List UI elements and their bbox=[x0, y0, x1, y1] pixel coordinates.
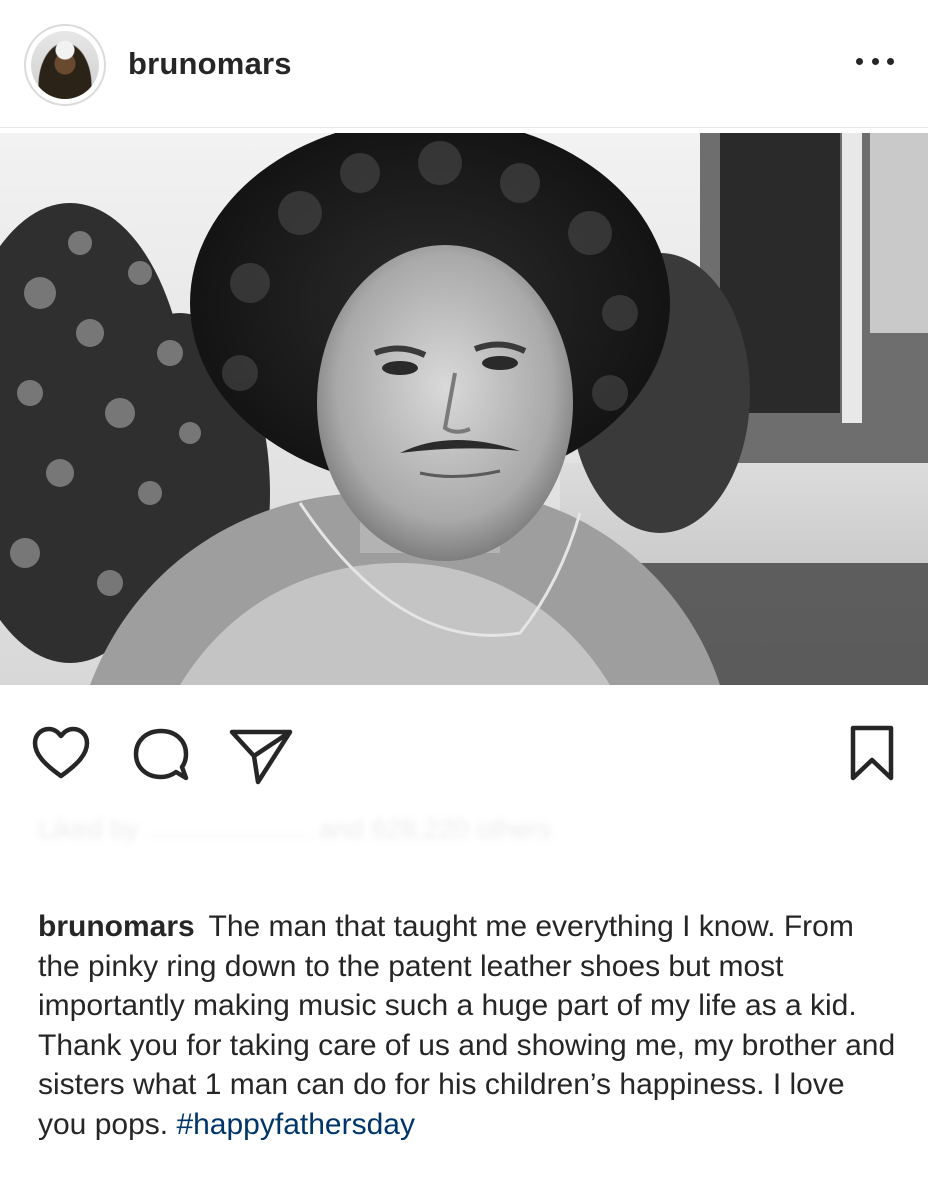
post-username[interactable]: brunomars bbox=[128, 46, 292, 82]
caption-username[interactable]: brunomars bbox=[38, 910, 195, 943]
likes-count[interactable]: Liked by ...................... and 628,… bbox=[38, 812, 858, 846]
post-actions bbox=[0, 710, 928, 790]
post-photo-illustration bbox=[0, 133, 928, 685]
heart-icon[interactable] bbox=[32, 726, 90, 785]
more-options-icon[interactable] bbox=[856, 55, 894, 67]
avatar[interactable] bbox=[24, 24, 106, 106]
bookmark-icon[interactable] bbox=[848, 724, 896, 787]
caption-text: The man that taught me everything I know… bbox=[38, 910, 896, 1141]
dot bbox=[887, 57, 894, 65]
post-photo[interactable] bbox=[0, 133, 928, 685]
dot bbox=[871, 57, 879, 65]
caption-hashtag[interactable]: #happyfathersday bbox=[176, 1108, 415, 1141]
post-header: brunomars bbox=[0, 0, 928, 128]
comment-icon[interactable] bbox=[130, 726, 192, 789]
paper-plane-icon[interactable] bbox=[228, 726, 294, 791]
avatar-image bbox=[31, 31, 99, 99]
dot bbox=[856, 57, 863, 65]
post-caption: brunomars The man that taught me everyth… bbox=[38, 907, 898, 1144]
